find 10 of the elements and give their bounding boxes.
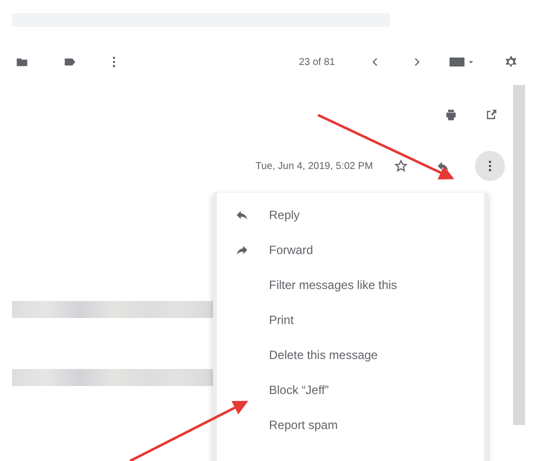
message-counter: 23 of 81 <box>298 56 335 68</box>
menu-item[interactable]: Reply <box>217 197 484 232</box>
menu-item[interactable]: Delete this message <box>217 337 484 372</box>
menu-item[interactable]: Forward <box>217 232 484 267</box>
scrollbar[interactable] <box>513 85 525 425</box>
menu-item[interactable]: Print <box>217 302 484 337</box>
message-date: Tue, Jun 4, 2019, 5:02 PM <box>256 160 373 172</box>
menu-item[interactable]: Report spam <box>217 407 484 442</box>
menu-item[interactable]: Filter messages like this <box>217 267 484 302</box>
menu-item[interactable]: Block “Jeff” <box>217 372 484 407</box>
